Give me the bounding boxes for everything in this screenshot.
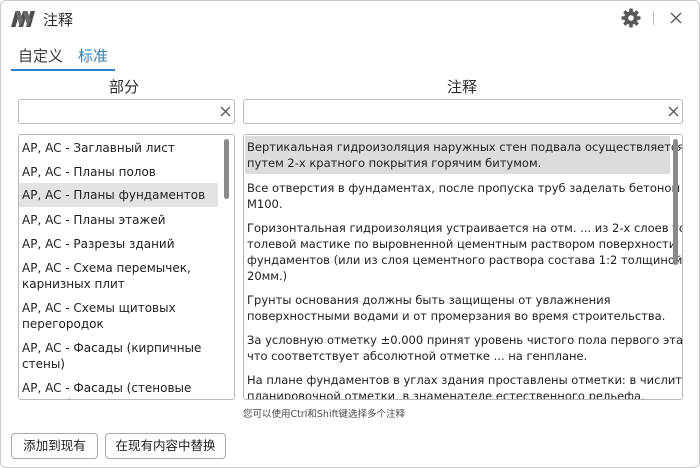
note-line: поверхностными водами и от промерзания в… bbox=[247, 309, 666, 323]
clear-icon[interactable] bbox=[220, 106, 231, 117]
list-item-label: AP, AC - Фасады (стеновые панели) bbox=[22, 381, 192, 399]
list-item[interactable]: AP, AC - Заглавный лист bbox=[19, 140, 224, 156]
note-line: М100. bbox=[247, 197, 283, 211]
tab-standard[interactable]: 标准 bbox=[78, 45, 108, 66]
list-item[interactable]: За условную отметку ±0.000 принят уровен… bbox=[245, 332, 683, 364]
list-item-label: AP, AC - Заглавный лист bbox=[22, 141, 175, 155]
clear-icon[interactable] bbox=[668, 106, 679, 117]
note-line: фундаментов (или из слоя цементного раст… bbox=[247, 253, 683, 267]
tab-underline bbox=[11, 69, 115, 71]
list-item[interactable]: AP, AC - Планы полов bbox=[19, 164, 224, 180]
note-line: что соответствует абсолютной отметке ...… bbox=[247, 349, 588, 363]
list-item-selected[interactable]: Вертикальная гидроизоляция наружных стен… bbox=[245, 136, 683, 174]
hint-text: 您可以使用Ctrl和Shift键选择多个注释 bbox=[243, 409, 405, 420]
list-item-label: AP, AC - Планы этажей bbox=[22, 213, 166, 227]
list-item[interactable]: Все отверстия в фундаментах, после пропу… bbox=[245, 180, 681, 212]
notes-scrollbar[interactable] bbox=[673, 139, 678, 265]
list-item-label: AP, AC - Планы полов bbox=[22, 165, 156, 179]
add-to-existing-button[interactable]: 添加到现有 bbox=[11, 433, 98, 459]
note-line: На плане фундаментов в углах здания прос… bbox=[247, 373, 683, 387]
sections-list[interactable]: AP, AC - Заглавный лист AP, AC - Планы п… bbox=[18, 134, 235, 400]
list-item-label: AP, AC - Схемы щитовых bbox=[22, 301, 176, 315]
list-item[interactable]: На плане фундаментов в углах здания прос… bbox=[245, 372, 683, 400]
list-item-label: AP, AC - Фасады (кирпичные bbox=[22, 341, 202, 355]
list-item[interactable]: AP, AC - Разрезы зданий bbox=[19, 236, 224, 252]
gear-icon[interactable] bbox=[621, 8, 641, 28]
list-item[interactable]: AP, AC - Схема перемычек, карнизных плит bbox=[19, 260, 224, 292]
list-item-label: карнизных плит bbox=[22, 277, 125, 291]
note-line: путем 2-х кратного покрытия горячим биту… bbox=[247, 156, 542, 170]
list-item[interactable]: AP, AC - Фасады (кирпичные стены) bbox=[19, 340, 224, 372]
note-line: Все отверстия в фундаментах, после пропу… bbox=[247, 181, 681, 195]
title-bar: 注释 bbox=[1, 1, 699, 37]
note-line: 20мм.) bbox=[247, 269, 288, 283]
notes-list[interactable]: Вертикальная гидроизоляция наружных стен… bbox=[243, 134, 683, 400]
list-item-label: стены) bbox=[22, 357, 65, 371]
note-line: Вертикальная гидроизоляция наружных стен… bbox=[247, 140, 683, 154]
sections-search[interactable] bbox=[18, 99, 235, 124]
notes-header: 注释 bbox=[447, 78, 478, 96]
note-line: толевой мастике по выровненной цементным… bbox=[247, 237, 677, 251]
list-item[interactable]: Горизонтальная гидроизоляция устраиваетс… bbox=[245, 220, 683, 284]
app-logo bbox=[11, 11, 35, 27]
window-title: 注释 bbox=[43, 11, 74, 29]
sections-scrollbar[interactable] bbox=[224, 139, 229, 199]
list-item-label: AP, AC - Планы фундаментов bbox=[22, 188, 206, 202]
close-icon[interactable] bbox=[670, 12, 682, 24]
list-item-label: перегородок bbox=[22, 317, 104, 331]
list-item-selected[interactable]: AP, AC - Планы фундаментов bbox=[19, 183, 218, 207]
notes-search[interactable] bbox=[243, 99, 683, 124]
list-item[interactable]: Грунты основания должны быть защищены от… bbox=[245, 292, 670, 324]
sections-search-input[interactable] bbox=[23, 103, 213, 121]
note-line: Горизонтальная гидроизоляция устраиваетс… bbox=[247, 221, 683, 235]
note-line: За условную отметку ±0.000 принят уровен… bbox=[247, 333, 683, 347]
note-line: планировочной отметки, в знаменателе ест… bbox=[247, 389, 645, 400]
sections-header: 部分 bbox=[109, 78, 140, 96]
replace-button[interactable]: 在现有内容中替换 bbox=[105, 433, 226, 459]
list-item[interactable]: AP, AC - Планы этажей bbox=[19, 212, 224, 228]
notes-dialog: 注释 自定义 标准 部分 注释 AP, AC - Заглавный лист … bbox=[0, 0, 700, 468]
titlebar-separator bbox=[653, 11, 654, 25]
note-line: Грунты основания должны быть защищены от… bbox=[247, 293, 611, 307]
list-item-label: AP, AC - Разрезы зданий bbox=[22, 237, 175, 251]
tab-custom[interactable]: 自定义 bbox=[18, 45, 63, 66]
notes-search-input[interactable] bbox=[248, 103, 658, 121]
list-item-label: AP, AC - Схема перемычек, bbox=[22, 261, 191, 275]
list-item[interactable]: AP, AC - Схемы щитовых перегородок bbox=[19, 300, 224, 332]
list-item[interactable]: AP, AC - Фасады (стеновые панели) bbox=[19, 380, 229, 399]
